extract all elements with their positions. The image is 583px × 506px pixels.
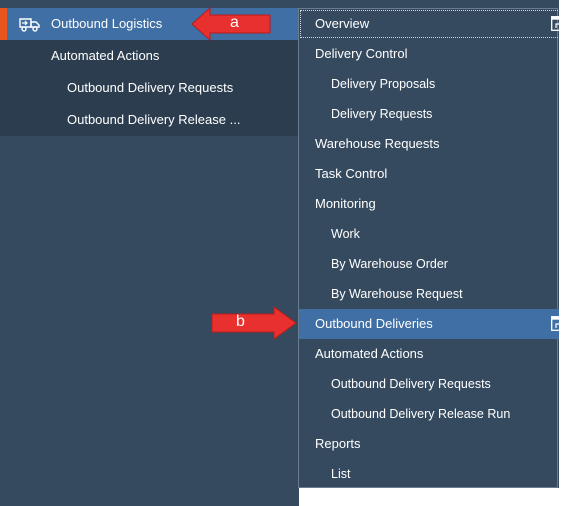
menu-item-label: Outbound Deliveries	[315, 316, 433, 331]
menu-item-label: Monitoring	[315, 196, 376, 211]
callout-label-b: b	[236, 313, 245, 330]
menu-item-task-control[interactable]: Task Control	[299, 159, 573, 189]
menu-item-list[interactable]: List	[299, 459, 583, 489]
menu-item-label: Work	[331, 227, 360, 241]
menu-item-outbound-delivery-requests[interactable]: Outbound Delivery Requests	[299, 369, 583, 399]
nav-item-outbound-delivery-requests[interactable]: Outbound Delivery Requests	[0, 72, 299, 104]
menu-item-label: By Warehouse Order	[331, 257, 448, 271]
menu-item-label: List	[331, 467, 351, 481]
menu-item-monitoring[interactable]: Monitoring	[299, 189, 573, 219]
menu-item-warehouse-requests[interactable]: Warehouse Requests	[299, 129, 573, 159]
menu-item-label: Outbound Delivery Requests	[331, 377, 491, 391]
nav-item-label: Automated Actions	[51, 48, 160, 63]
content-area-bottom	[299, 488, 583, 506]
callout-arrow-a: a	[190, 6, 272, 42]
menu-item-work[interactable]: Work	[299, 219, 583, 249]
menu-item-delivery-requests[interactable]: Delivery Requests	[299, 99, 583, 129]
nav-item-label: Outbound Delivery Release ...	[67, 112, 241, 127]
nav-item-automated-actions[interactable]: Automated Actions	[0, 40, 299, 72]
menu-item-overview[interactable]: Overview	[299, 9, 573, 39]
content-area-edge	[559, 0, 583, 488]
menu-item-reports[interactable]: Reports	[299, 429, 573, 459]
callout-label-a: a	[230, 14, 239, 31]
menu-item-outbound-delivery-release-run[interactable]: Outbound Delivery Release Run	[299, 399, 583, 429]
menu-item-label: Delivery Proposals	[331, 77, 436, 91]
menu-item-label: Reports	[315, 436, 361, 451]
menu-item-label: Warehouse Requests	[315, 136, 440, 151]
menu-item-label: Task Control	[315, 166, 388, 181]
menu-item-label: Delivery Control	[315, 46, 408, 61]
left-navigation: Outbound Logistics Automated Actions Out…	[0, 0, 299, 506]
menu-item-automated-actions[interactable]: Automated Actions	[299, 339, 573, 369]
menu-item-outbound-deliveries[interactable]: Outbound Deliveries	[299, 309, 573, 339]
truck-icon	[19, 18, 40, 32]
selection-accent	[0, 8, 7, 40]
menu-item-label: Outbound Delivery Release Run	[331, 407, 511, 421]
menu-item-label: Automated Actions	[315, 346, 424, 361]
flyout-menu: Overview Delivery Control Delivery Propo…	[298, 8, 573, 488]
menu-item-by-warehouse-order[interactable]: By Warehouse Order	[299, 249, 583, 279]
nav-item-label: Outbound Delivery Requests	[67, 80, 234, 95]
menu-item-label: Delivery Requests	[331, 107, 433, 121]
menu-item-delivery-proposals[interactable]: Delivery Proposals	[299, 69, 583, 99]
menu-item-label: Overview	[315, 16, 370, 31]
menu-item-label: By Warehouse Request	[331, 287, 463, 301]
callout-arrow-b: b	[210, 305, 298, 341]
nav-item-outbound-delivery-release[interactable]: Outbound Delivery Release ...	[0, 104, 299, 136]
nav-item-label: Outbound Logistics	[51, 16, 163, 31]
menu-item-by-warehouse-request[interactable]: By Warehouse Request	[299, 279, 583, 309]
menu-item-delivery-control[interactable]: Delivery Control	[299, 39, 573, 69]
